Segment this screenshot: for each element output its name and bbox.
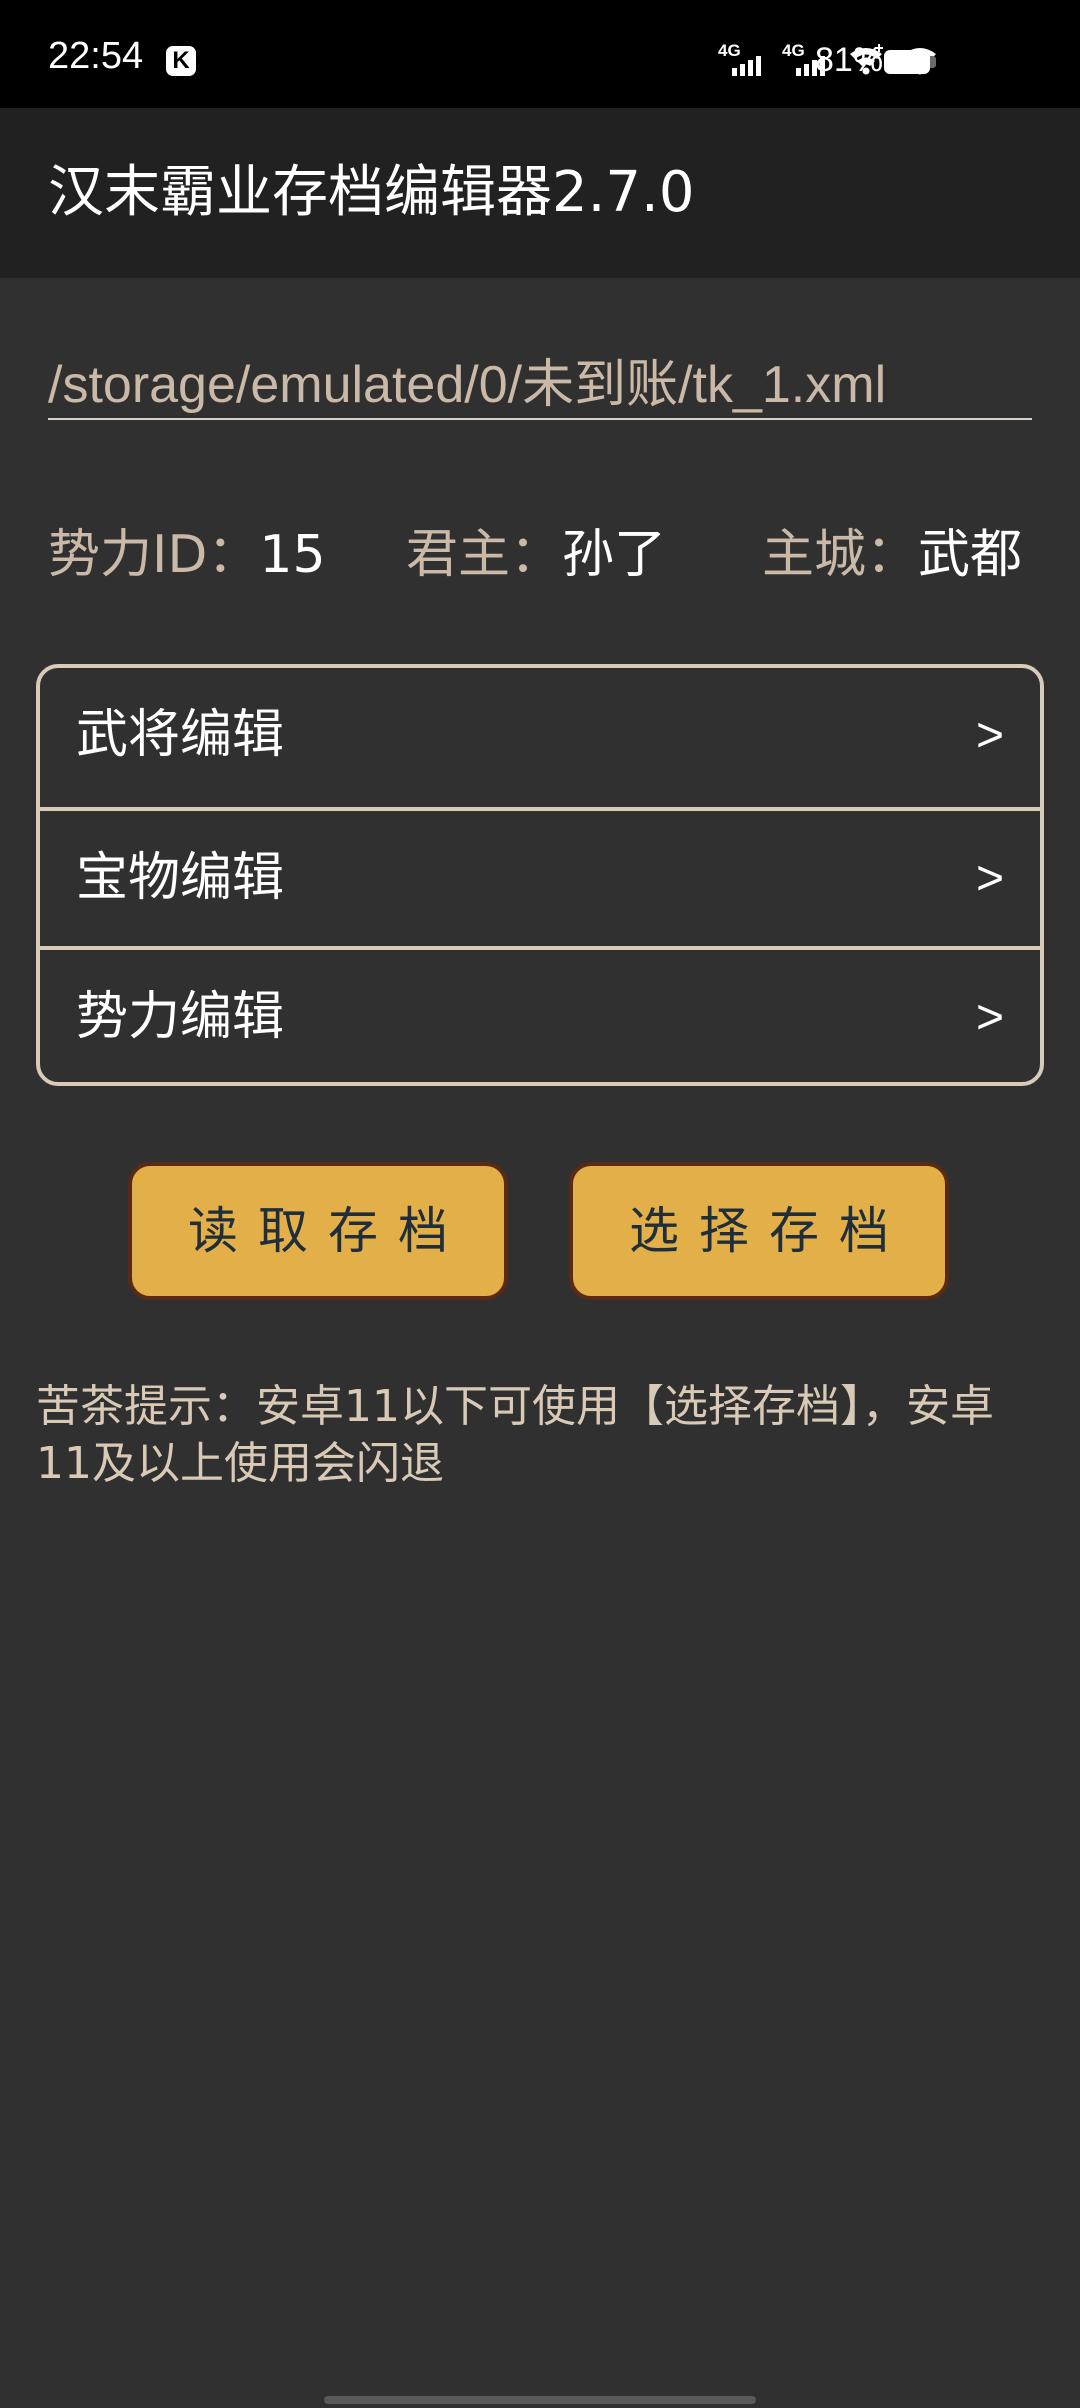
notification-k-icon: K xyxy=(166,46,196,76)
menu-item-treasure-edit[interactable]: 宝物编辑 > xyxy=(40,807,1040,946)
lord-label: 君主： xyxy=(406,525,563,585)
chevron-right-icon: > xyxy=(975,852,1004,905)
faction-id-info: 势力ID：15 xyxy=(48,520,326,590)
editor-menu: 武将编辑 > 宝物编辑 > 势力编辑 > xyxy=(36,664,1044,1086)
chevron-right-icon: > xyxy=(975,709,1004,762)
app-bar: 汉末霸业存档编辑器2.7.0 xyxy=(0,108,1080,278)
battery-icon xyxy=(884,50,930,74)
battery-tip xyxy=(930,56,936,68)
tip-text: 苦茶提示：安卓11以下可使用【选择存档】，安卓11及以上使用会闪退 xyxy=(36,1381,994,1489)
status-time: 22:54 xyxy=(48,35,144,77)
battery-percent: 81% xyxy=(815,41,884,79)
faction-id-label: 势力ID： xyxy=(48,525,260,585)
faction-info-row: 势力ID：15 君主：孙了 主城：武都 xyxy=(48,520,1032,590)
home-indicator[interactable] xyxy=(324,2396,756,2404)
save-path-input[interactable] xyxy=(48,340,1032,420)
menu-item-general-edit[interactable]: 武将编辑 > xyxy=(40,668,1040,807)
faction-id-value: 15 xyxy=(259,525,326,585)
capital-info: 主城：武都 xyxy=(762,520,1022,590)
cellular-signal-icon-1: 4G xyxy=(718,42,768,78)
menu-item-label: 势力编辑 xyxy=(76,987,285,1047)
status-bar: 22:54 K 4G 4G 81% xyxy=(0,0,1080,108)
app-title: 汉末霸业存档编辑器2.7.0 xyxy=(48,160,695,225)
read-save-button[interactable]: 读取存档 xyxy=(128,1162,508,1300)
menu-item-label: 武将编辑 xyxy=(76,705,285,765)
capital-label: 主城： xyxy=(762,525,919,585)
lord-value: 孙了 xyxy=(562,525,667,585)
lord-info: 君主：孙了 xyxy=(406,520,666,590)
menu-item-faction-edit[interactable]: 势力编辑 > xyxy=(40,946,1040,1082)
menu-item-label: 宝物编辑 xyxy=(76,848,285,908)
capital-value: 武都 xyxy=(918,525,1023,585)
select-save-button[interactable]: 选择存档 xyxy=(569,1162,949,1300)
chevron-right-icon: > xyxy=(975,991,1004,1044)
